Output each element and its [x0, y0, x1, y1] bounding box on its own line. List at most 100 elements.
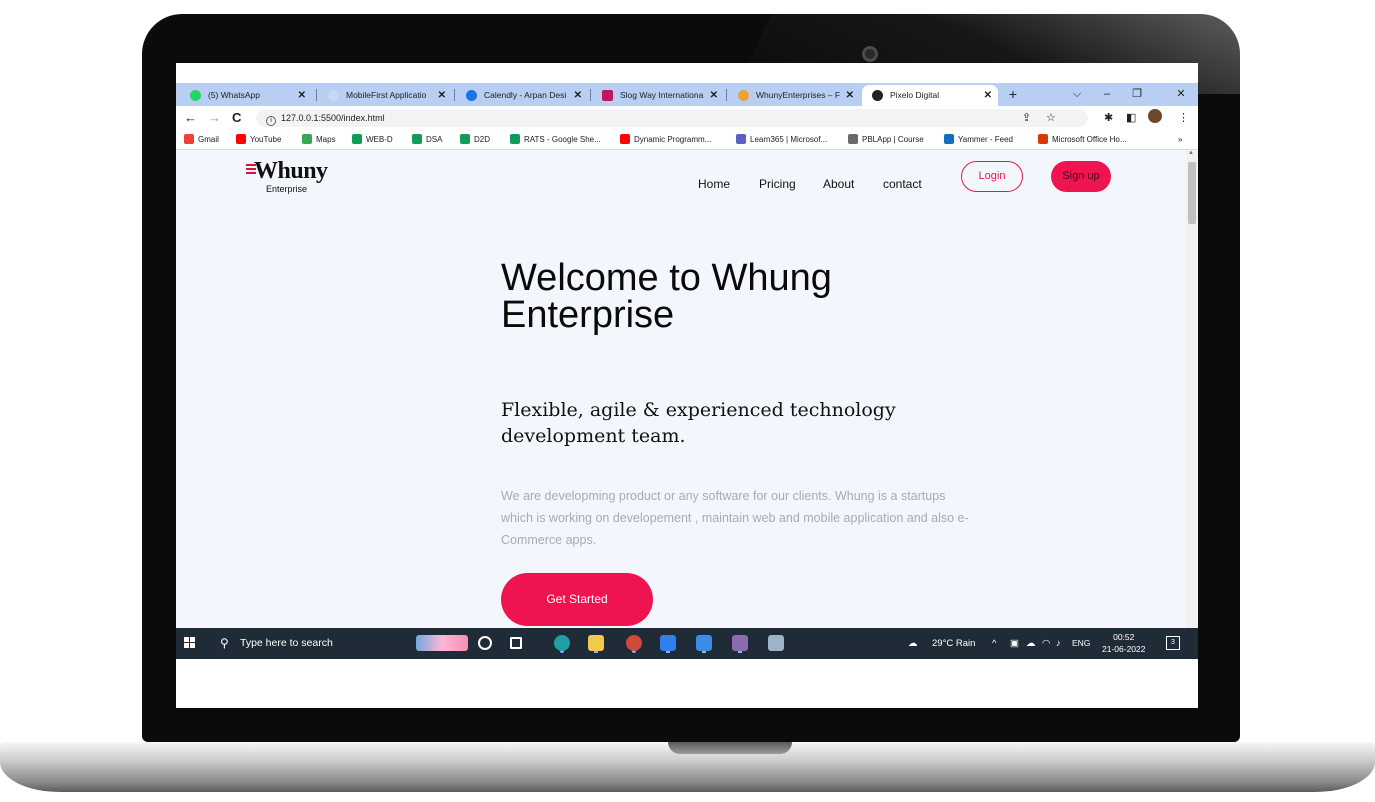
extensions-puzzle-icon[interactable]: ✱: [1104, 111, 1113, 125]
tab-separator: [590, 89, 591, 101]
tab-whuny[interactable]: WhunyEnterprises – F ✕: [728, 85, 860, 106]
onedrive-cloud-icon[interactable]: ☁: [1026, 628, 1036, 659]
tab-slogway[interactable]: Slog Way Internationa ✕: [592, 85, 724, 106]
bookmark-dsa[interactable]: DSA: [412, 134, 442, 146]
taskbar-search-box[interactable]: ⚲ Type here to search: [208, 628, 408, 659]
bookmark-maps[interactable]: Maps: [302, 134, 336, 146]
close-tab-icon[interactable]: ✕: [710, 85, 718, 106]
vscode-icon[interactable]: [660, 635, 676, 651]
tab-pixelo-active[interactable]: Pixelo Digital ✕: [862, 85, 998, 106]
scroll-up-arrow-icon[interactable]: ▲: [1188, 150, 1194, 156]
taskbar-search-placeholder: Type here to search: [240, 637, 333, 649]
youtube-icon: [620, 134, 630, 144]
hero-subtitle: Flexible, agile & experienced technology…: [501, 399, 896, 447]
sheets-icon: [510, 134, 520, 144]
close-tab-icon[interactable]: ✕: [438, 85, 446, 106]
bookmark-label: Microsoft Office Ho...: [1052, 135, 1127, 144]
bookmark-dynamic-programming[interactable]: Dynamic Programm...: [620, 134, 711, 146]
bookmark-star-icon[interactable]: ☆: [1046, 111, 1056, 125]
bookmark-label: D2D: [474, 135, 491, 144]
language-indicator[interactable]: ENG: [1072, 628, 1090, 659]
bookmark-learn365[interactable]: Learn365 | Microsof...: [736, 134, 827, 146]
whatsapp-icon: [190, 90, 201, 101]
edge-icon[interactable]: [554, 635, 570, 651]
file-explorer-icon[interactable]: [588, 635, 604, 651]
new-tab-button[interactable]: +: [1002, 83, 1024, 106]
tray-chevron-up-icon[interactable]: ^: [992, 628, 996, 659]
chrome-icon[interactable]: [626, 635, 642, 651]
forward-arrow-icon[interactable]: →: [208, 109, 221, 126]
back-arrow-icon[interactable]: ←: [184, 109, 197, 126]
nav-contact[interactable]: contact: [883, 177, 922, 191]
winrar-icon[interactable]: [732, 635, 748, 651]
bookmark-youtube[interactable]: YouTube: [236, 134, 281, 146]
taskbar-clock[interactable]: 00:52 21-06-2022: [1102, 631, 1145, 655]
kebab-menu-icon[interactable]: ⋮: [1178, 111, 1189, 125]
close-window-button[interactable]: ✕: [1170, 83, 1192, 106]
signup-button[interactable]: Sign up: [1051, 161, 1111, 192]
bookmark-rats[interactable]: RATS - Google She...: [510, 134, 601, 146]
tab-label: (5) WhatsApp: [208, 90, 260, 100]
bookmark-d2d[interactable]: D2D: [460, 134, 490, 146]
tab-label: Slog Way Internationa: [620, 90, 704, 100]
bookmark-gmail[interactable]: Gmail: [184, 134, 219, 146]
tab-separator: [316, 89, 317, 101]
photos-icon[interactable]: [696, 635, 712, 651]
nav-home[interactable]: Home: [698, 177, 730, 191]
tab-search-chevron-icon[interactable]: ⌵: [1066, 83, 1088, 106]
bookmark-yammer[interactable]: Yammer - Feed: [944, 134, 1013, 146]
bookmark-label: Yammer - Feed: [958, 135, 1013, 144]
page-scrollbar[interactable]: ▲ ▼: [1186, 150, 1198, 641]
cortana-icon[interactable]: [478, 636, 492, 650]
teams-icon: [736, 134, 746, 144]
notes-app-icon[interactable]: [768, 635, 784, 651]
weather-icon[interactable]: ☁: [908, 628, 918, 659]
bookmark-webd[interactable]: WEB-D: [352, 134, 393, 146]
volume-icon[interactable]: ♪: [1056, 628, 1061, 659]
sheets-icon: [412, 134, 422, 144]
login-button[interactable]: Login: [961, 161, 1023, 192]
wifi-icon[interactable]: ◠: [1042, 628, 1050, 659]
meet-icon[interactable]: ▣: [1010, 628, 1019, 659]
youtube-icon: [236, 134, 246, 144]
site-info-icon[interactable]: i: [266, 116, 276, 126]
bookmark-office[interactable]: Microsoft Office Ho...: [1038, 134, 1127, 146]
reload-icon[interactable]: C: [232, 109, 241, 126]
close-tab-icon[interactable]: ✕: [574, 85, 582, 106]
minimize-button[interactable]: –: [1096, 83, 1118, 106]
close-tab-icon[interactable]: ✕: [846, 85, 854, 106]
side-panel-icon[interactable]: ◧: [1126, 111, 1136, 125]
bookmarks-overflow-button[interactable]: »: [1178, 134, 1182, 146]
close-tab-icon[interactable]: ✕: [984, 85, 992, 106]
nav-pricing[interactable]: Pricing: [759, 177, 796, 191]
restore-button[interactable]: ❐: [1126, 83, 1148, 106]
get-started-button[interactable]: Get Started: [501, 573, 653, 626]
sheets-icon: [460, 134, 470, 144]
office-icon: [1038, 134, 1048, 144]
address-bar[interactable]: i 127.0.0.1:5500/index.html: [256, 109, 1088, 127]
bookmark-label: YouTube: [250, 135, 282, 144]
tab-label: WhunyEnterprises – F: [756, 90, 841, 100]
nav-about[interactable]: About: [823, 177, 854, 191]
bookmarks-bar: Gmail YouTube Maps WEB-D DSA D2D RATS - …: [176, 130, 1198, 150]
hero-title: Welcome to Whung Enterprise: [501, 257, 832, 336]
tab-mobilefirst[interactable]: MobileFirst Applicatio ✕: [318, 85, 452, 106]
close-tab-icon[interactable]: ✕: [298, 85, 306, 106]
profile-avatar[interactable]: [1148, 109, 1162, 123]
weather-text[interactable]: 29°C Rain: [932, 628, 975, 659]
share-icon[interactable]: ⇪: [1022, 111, 1031, 125]
search-highlight-icon[interactable]: [416, 635, 468, 651]
scroll-thumb[interactable]: [1188, 162, 1196, 224]
tab-separator: [454, 89, 455, 101]
calendly-icon: [466, 90, 477, 101]
windows-start-icon[interactable]: [184, 637, 196, 649]
tab-calendly[interactable]: Calendly - Arpan Desi ✕: [456, 85, 588, 106]
site-logo[interactable]: Whuny Enterprise: [246, 158, 336, 198]
task-view-icon[interactable]: [510, 637, 522, 649]
notification-center-button[interactable]: 3: [1166, 636, 1180, 650]
tab-label: MobileFirst Applicatio: [346, 90, 427, 100]
tab-whatsapp[interactable]: (5) WhatsApp ✕: [180, 85, 312, 106]
search-icon: ⚲: [220, 636, 229, 650]
gmail-icon: [184, 134, 194, 144]
bookmark-pblapp[interactable]: PBLApp | Course: [848, 134, 924, 146]
